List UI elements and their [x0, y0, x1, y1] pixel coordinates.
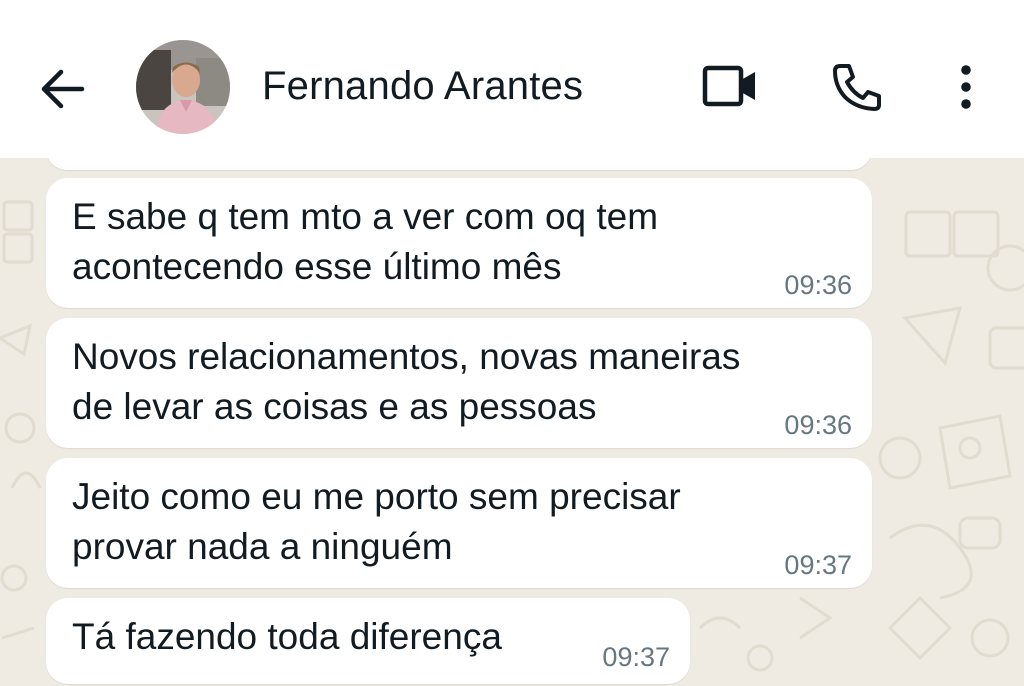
message-bubble[interactable]: Novos relacionamentos, novas maneiras de…: [46, 318, 872, 448]
back-arrow-icon[interactable]: [36, 62, 90, 116]
message-timestamp: 09:37: [602, 642, 670, 672]
message-timestamp: 09:36: [784, 410, 852, 440]
message-text-line: de levar as coisas e as pessoas: [72, 386, 597, 427]
message-bubble[interactable]: Jeito como eu me porto sem precisar prov…: [46, 458, 872, 588]
chat-header: Fernando Arantes: [0, 0, 1024, 158]
message-bubble[interactable]: E sabe q tem mto a ver com oq tem aconte…: [46, 178, 872, 308]
message-text-line: E sabe q tem mto a ver com oq tem: [72, 196, 659, 237]
message-timestamp: 09:37: [784, 550, 852, 580]
video-call-icon[interactable]: [700, 62, 760, 110]
more-options-icon[interactable]: [948, 62, 984, 112]
message-text-line: Jeito como eu me porto sem precisar: [72, 476, 681, 517]
avatar[interactable]: [136, 40, 230, 134]
chat-messages-area[interactable]: E sabe q tem mto a ver com oq tem aconte…: [0, 158, 1024, 686]
message-timestamp: 09:36: [784, 270, 852, 300]
message-text-line: acontecendo esse último mês: [72, 246, 562, 287]
message-bubble-partial: [46, 158, 872, 170]
message-bubble[interactable]: Tá fazendo toda diferença 09:37: [46, 598, 690, 684]
message-text-line: provar nada a ninguém: [72, 526, 453, 567]
chat-screen: Fernando Arantes E sabe q tem mto a ver …: [0, 0, 1024, 686]
message-text-line: Novos relacionamentos, novas maneiras: [72, 336, 741, 377]
voice-call-icon[interactable]: [830, 60, 884, 114]
contact-name[interactable]: Fernando Arantes: [262, 64, 583, 109]
message-text-line: Tá fazendo toda diferença: [72, 616, 502, 657]
